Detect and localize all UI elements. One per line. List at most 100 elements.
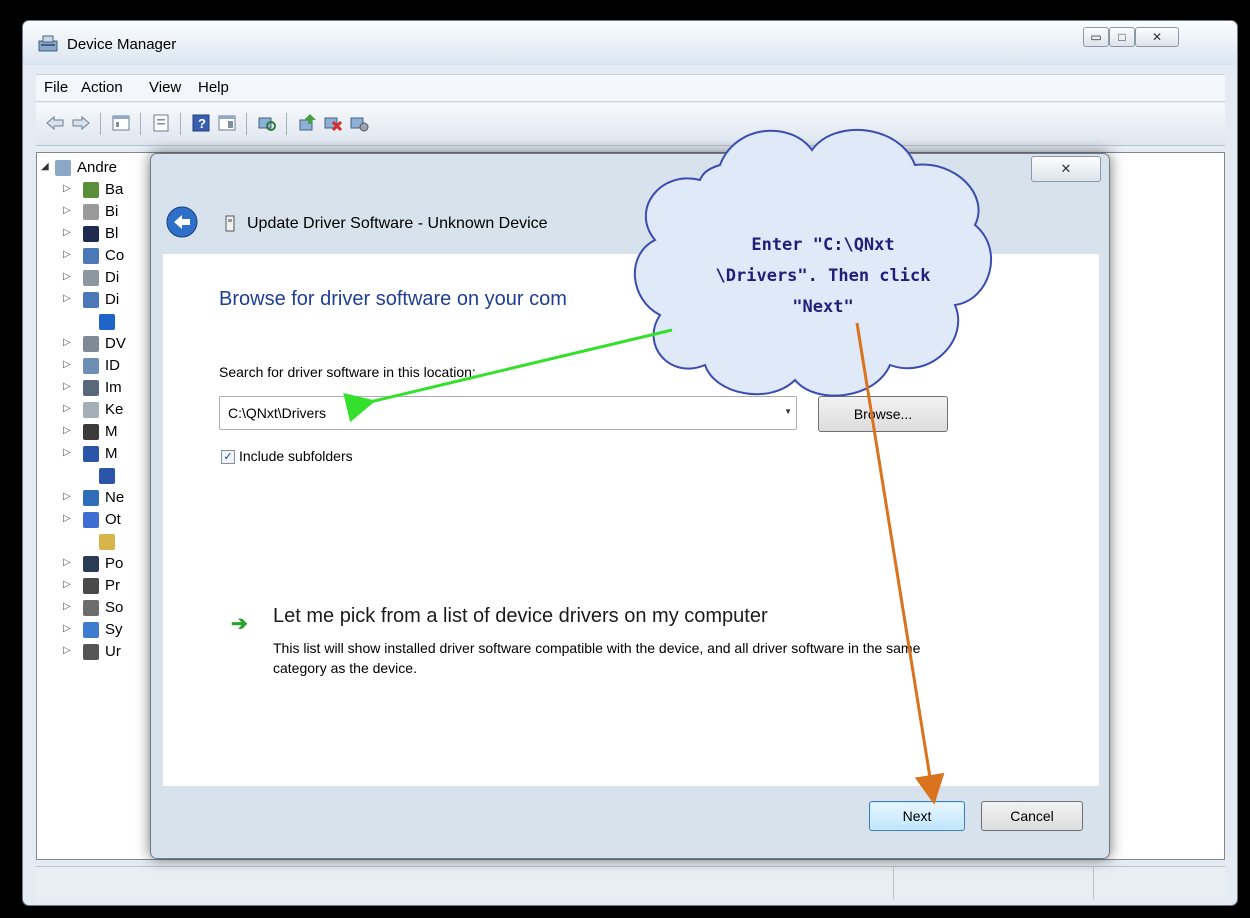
device-category-icon xyxy=(83,402,99,418)
tree-item-label: Ne xyxy=(105,489,125,506)
include-subfolders-checkbox[interactable]: ✓ xyxy=(221,450,235,464)
tree-item[interactable] xyxy=(37,531,157,553)
scan-hardware-icon[interactable] xyxy=(256,112,278,134)
device-category-icon xyxy=(83,292,99,308)
include-subfolders-label[interactable]: Include subfolders xyxy=(239,448,353,464)
expand-icon[interactable]: ▷ xyxy=(63,601,71,612)
tree-item-label: Co xyxy=(105,247,125,264)
tree-item[interactable]: ▷ Bl xyxy=(37,223,157,245)
update-driver-dialog: ✕ Update Driver Software - Unknown Devic… xyxy=(150,153,1110,859)
menu-view[interactable]: View xyxy=(149,79,181,96)
device-category-icon xyxy=(99,468,115,484)
forward-arrow-icon[interactable] xyxy=(70,112,92,134)
maximize-button[interactable]: □ xyxy=(1109,27,1135,47)
tree-item-label: Di xyxy=(105,269,120,286)
pick-from-list-link[interactable]: Let me pick from a list of device driver… xyxy=(273,605,768,628)
expand-icon[interactable]: ▷ xyxy=(63,491,71,502)
expand-icon[interactable]: ▷ xyxy=(63,381,71,392)
tree-item[interactable]: ▷ So xyxy=(37,597,157,619)
expand-icon[interactable]: ▷ xyxy=(63,183,71,194)
next-button[interactable]: Next xyxy=(869,801,965,831)
expand-icon[interactable]: ▷ xyxy=(63,447,71,458)
callout-line: "Next" xyxy=(792,297,854,317)
device-category-icon xyxy=(99,534,115,550)
tree-item-label: DV xyxy=(105,335,126,352)
help-icon[interactable]: ? xyxy=(190,112,212,134)
back-button[interactable] xyxy=(166,206,198,238)
expand-icon[interactable]: ▷ xyxy=(63,403,71,414)
close-icon: ✕ xyxy=(1151,30,1163,44)
computer-icon xyxy=(55,160,71,176)
device-category-icon xyxy=(83,446,99,462)
tree-item[interactable]: ▷ Bi xyxy=(37,201,157,223)
properties-icon[interactable] xyxy=(150,112,172,134)
disable-device-icon[interactable] xyxy=(348,112,370,134)
minimize-icon: ▭ xyxy=(1090,30,1102,44)
menu-help[interactable]: Help xyxy=(198,79,229,96)
page-heading: Browse for driver software on your com xyxy=(219,288,567,310)
tree-item[interactable] xyxy=(37,311,157,333)
browse-button[interactable]: Browse... xyxy=(818,396,948,432)
menu-file[interactable]: File xyxy=(44,79,68,96)
tree-item[interactable]: ▷ M xyxy=(37,443,157,465)
tree-item[interactable]: ▷ M xyxy=(37,421,157,443)
device-category-icon xyxy=(83,600,99,616)
expand-icon[interactable]: ▷ xyxy=(63,623,71,634)
tree-item-label: Po xyxy=(105,555,124,572)
tree-item[interactable]: ▷ Ba xyxy=(37,179,157,201)
expand-icon[interactable]: ▷ xyxy=(63,425,71,436)
tree-item[interactable]: ▷ Co xyxy=(37,245,157,267)
device-category-icon xyxy=(83,490,99,506)
expand-icon[interactable]: ▷ xyxy=(63,337,71,348)
expand-icon[interactable]: ▷ xyxy=(63,513,71,524)
tree-item[interactable]: ▷ Sy xyxy=(37,619,157,641)
tree-item-label: Im xyxy=(105,379,122,396)
show-hide-tree-icon[interactable] xyxy=(110,112,132,134)
maximize-icon: □ xyxy=(1118,30,1126,44)
action-pane-icon[interactable] xyxy=(216,112,238,134)
tree-item[interactable]: ▷ Ot xyxy=(37,509,157,531)
driver-path-input[interactable]: C:\QNxt\Drivers ▼ xyxy=(219,396,797,430)
expand-icon[interactable]: ▷ xyxy=(63,645,71,656)
tree-item[interactable]: ▷ Pr xyxy=(37,575,157,597)
tree-item[interactable]: ▷ Ne xyxy=(37,487,157,509)
expand-icon[interactable]: ▷ xyxy=(63,205,71,216)
tree-item[interactable]: ▷ Im xyxy=(37,377,157,399)
menu-action[interactable]: Action xyxy=(81,79,123,96)
tree-item[interactable] xyxy=(37,465,157,487)
tree-item[interactable]: ▷ Po xyxy=(37,553,157,575)
tree-item[interactable]: ▷ Ke xyxy=(37,399,157,421)
expand-icon[interactable]: ▷ xyxy=(63,227,71,238)
expand-icon[interactable]: ▷ xyxy=(63,359,71,370)
callout-line: Enter "C:\QNxt xyxy=(751,235,895,255)
cancel-button[interactable]: Cancel xyxy=(981,801,1083,831)
back-arrow-icon[interactable] xyxy=(44,112,66,134)
dialog-close-button[interactable]: ✕ xyxy=(1031,156,1101,182)
tree-item[interactable]: ▷ Di xyxy=(37,289,157,311)
tree-item[interactable]: ▷ DV xyxy=(37,333,157,355)
device-category-icon xyxy=(83,248,99,264)
device-category-icon xyxy=(99,314,115,330)
device-category-icon xyxy=(83,644,99,660)
search-location-label: Search for driver software in this locat… xyxy=(219,364,476,380)
update-driver-icon[interactable] xyxy=(296,112,318,134)
tree-item-label: M xyxy=(105,423,118,440)
expand-icon[interactable]: ▷ xyxy=(63,579,71,590)
tree-item[interactable]: ▷ Di xyxy=(37,267,157,289)
collapse-icon[interactable]: ◢ xyxy=(41,161,49,172)
chevron-down-icon[interactable]: ▼ xyxy=(784,407,792,416)
expand-icon[interactable]: ▷ xyxy=(63,293,71,304)
expand-icon[interactable]: ▷ xyxy=(63,557,71,568)
green-arrow-icon[interactable]: ➔ xyxy=(231,611,248,636)
device-category-icon xyxy=(83,578,99,594)
expand-icon[interactable]: ▷ xyxy=(63,271,71,282)
tree-item[interactable]: ▷ Ur xyxy=(37,641,157,663)
uninstall-icon[interactable] xyxy=(322,112,344,134)
toolbar-separator xyxy=(140,113,141,135)
tree-item[interactable]: ▷ ID xyxy=(37,355,157,377)
device-category-icon xyxy=(83,380,99,396)
minimize-button[interactable]: ▭ xyxy=(1083,27,1109,47)
expand-icon[interactable]: ▷ xyxy=(63,249,71,260)
toolbar-separator xyxy=(100,113,101,135)
close-button[interactable]: ✕ xyxy=(1135,27,1179,47)
